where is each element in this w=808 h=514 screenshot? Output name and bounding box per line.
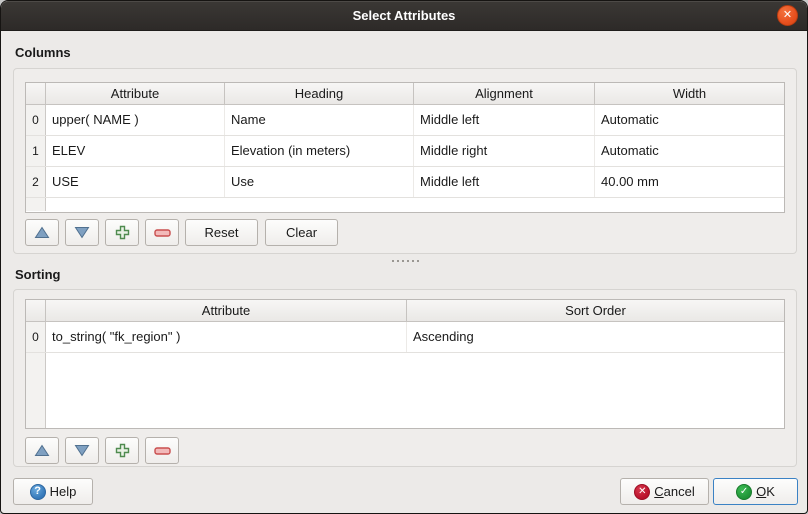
row-header[interactable]: 0: [26, 105, 46, 135]
table-row: 2 USE Use Middle left 40.00 mm: [26, 167, 784, 198]
cell-attribute[interactable]: ELEV: [46, 136, 225, 166]
cancel-button-label: Cancel: [654, 484, 694, 499]
column-header-width[interactable]: Width: [595, 83, 784, 105]
columns-groupbox: Attribute Heading Alignment Width 0 uppe…: [13, 68, 797, 254]
sort-header-attribute[interactable]: Attribute: [46, 300, 407, 322]
cell-sort-order[interactable]: Ascending: [407, 322, 784, 352]
titlebar: Select Attributes ✕: [1, 1, 807, 31]
columns-table: Attribute Heading Alignment Width 0 uppe…: [25, 82, 785, 213]
cell-sort-attribute[interactable]: to_string( "fk_region" ): [46, 322, 407, 352]
cell-attribute[interactable]: upper( NAME ): [46, 105, 225, 135]
table-empty-area: [26, 353, 784, 428]
arrow-down-icon: [74, 444, 90, 457]
cell-heading[interactable]: Name: [225, 105, 414, 135]
cell-attribute[interactable]: USE: [46, 167, 225, 197]
clear-button-label: Clear: [286, 225, 317, 240]
column-header-attribute[interactable]: Attribute: [46, 83, 225, 105]
ok-button-label: OK: [756, 484, 775, 499]
arrow-up-icon: [34, 444, 50, 457]
plus-icon: [115, 225, 130, 240]
cancel-icon: ✕: [634, 484, 650, 500]
column-header-alignment[interactable]: Alignment: [414, 83, 595, 105]
cancel-button[interactable]: ✕ Cancel: [620, 478, 709, 505]
columns-section-label: Columns: [15, 45, 71, 60]
splitter-handle[interactable]: [1, 258, 808, 264]
table-row: 0 upper( NAME ) Name Middle left Automat…: [26, 105, 784, 136]
cell-width[interactable]: 40.00 mm: [595, 167, 784, 197]
close-icon: ✕: [783, 10, 792, 21]
plus-icon: [115, 443, 130, 458]
select-attributes-dialog: Select Attributes ✕ Columns Attribute He…: [0, 0, 808, 514]
cell-width[interactable]: Automatic: [595, 136, 784, 166]
cell-alignment[interactable]: Middle right: [414, 136, 595, 166]
help-button-label: Help: [50, 484, 77, 499]
sorting-table: Attribute Sort Order 0 to_string( "fk_re…: [25, 299, 785, 429]
reset-button-label: Reset: [205, 225, 239, 240]
help-button[interactable]: ? Help: [13, 478, 93, 505]
arrow-up-icon: [34, 226, 50, 239]
dialog-title: Select Attributes: [1, 1, 807, 31]
table-row: 1 ELEV Elevation (in meters) Middle righ…: [26, 136, 784, 167]
sorting-groupbox: Attribute Sort Order 0 to_string( "fk_re…: [13, 289, 797, 467]
reset-button[interactable]: Reset: [185, 219, 258, 246]
row-header-filler: [26, 198, 46, 211]
table-row: 0 to_string( "fk_region" ) Ascending: [26, 322, 784, 353]
cell-heading[interactable]: Use: [225, 167, 414, 197]
move-down-button[interactable]: [65, 219, 99, 246]
move-up-button[interactable]: [25, 219, 59, 246]
add-column-button[interactable]: [105, 219, 139, 246]
help-icon: ?: [30, 484, 46, 500]
row-header[interactable]: 2: [26, 167, 46, 197]
columns-table-header: Attribute Heading Alignment Width: [26, 83, 784, 105]
minus-icon: [154, 229, 171, 237]
row-header[interactable]: 0: [26, 322, 46, 352]
ok-icon: ✓: [736, 484, 752, 500]
sort-move-down-button[interactable]: [65, 437, 99, 464]
row-header-filler: [26, 353, 46, 428]
close-button[interactable]: ✕: [777, 5, 798, 26]
add-sort-button[interactable]: [105, 437, 139, 464]
clear-button[interactable]: Clear: [265, 219, 338, 246]
sorting-table-header: Attribute Sort Order: [26, 300, 784, 322]
cell-alignment[interactable]: Middle left: [414, 167, 595, 197]
ok-button[interactable]: ✓ OK: [713, 478, 798, 505]
minus-icon: [154, 447, 171, 455]
corner-header-cell[interactable]: [26, 83, 46, 105]
column-header-heading[interactable]: Heading: [225, 83, 414, 105]
corner-header-cell[interactable]: [26, 300, 46, 322]
row-header[interactable]: 1: [26, 136, 46, 166]
table-empty-area: [26, 198, 784, 211]
remove-sort-button[interactable]: [145, 437, 179, 464]
sort-header-order[interactable]: Sort Order: [407, 300, 784, 322]
remove-column-button[interactable]: [145, 219, 179, 246]
arrow-down-icon: [74, 226, 90, 239]
cell-heading[interactable]: Elevation (in meters): [225, 136, 414, 166]
cell-width[interactable]: Automatic: [595, 105, 784, 135]
sort-move-up-button[interactable]: [25, 437, 59, 464]
cell-alignment[interactable]: Middle left: [414, 105, 595, 135]
sorting-section-label: Sorting: [15, 267, 61, 282]
